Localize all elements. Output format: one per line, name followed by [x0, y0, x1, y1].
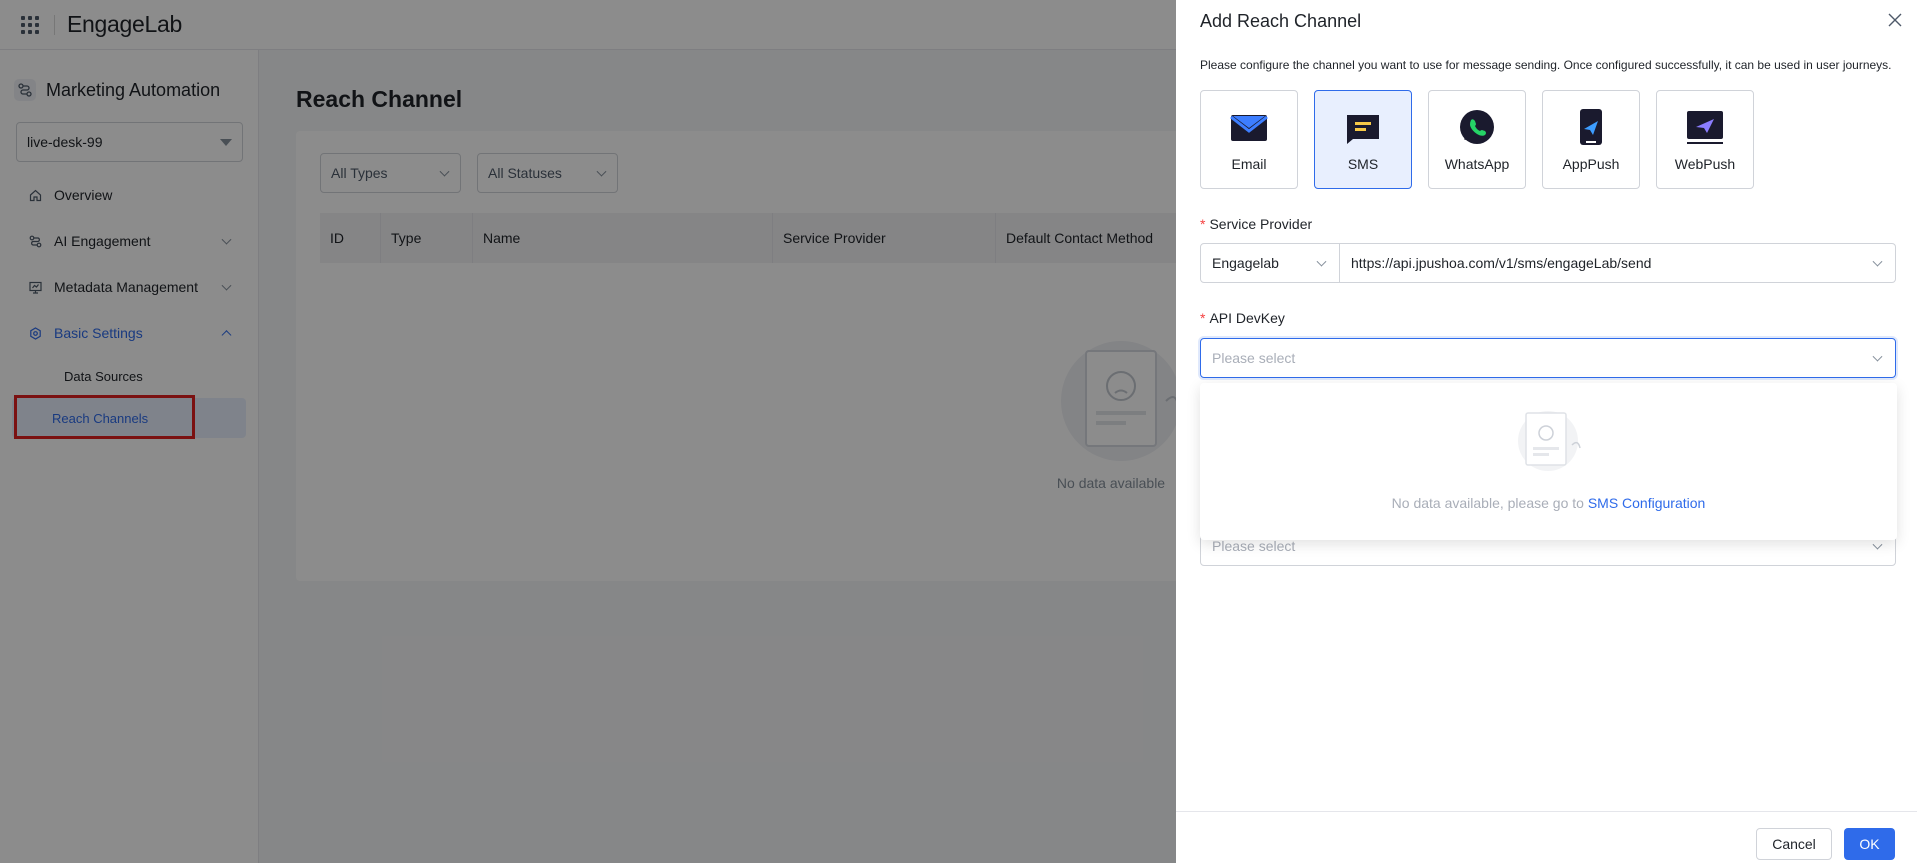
- provider-url-select[interactable]: https://api.jpushoa.com/v1/sms/engageLab…: [1340, 243, 1896, 283]
- email-icon: [1230, 115, 1268, 141]
- channel-label: WebPush: [1674, 156, 1736, 172]
- channel-option-sms[interactable]: SMS: [1314, 90, 1412, 189]
- channel-options: Email SMS WhatsApp AppPush WebPush: [1200, 90, 1754, 189]
- service-provider-row: Engagelab https://api.jpushoa.com/v1/sms…: [1200, 243, 1896, 283]
- provider-url-value: https://api.jpushoa.com/v1/sms/engageLab…: [1351, 255, 1652, 271]
- channel-label: Email: [1231, 156, 1267, 172]
- required-marker: *: [1200, 310, 1206, 326]
- service-provider-label: * Service Provider: [1200, 216, 1312, 232]
- empty-message: No data available, please go to: [1391, 495, 1588, 511]
- sms-icon: [1347, 115, 1379, 144]
- apppush-icon: [1580, 109, 1602, 145]
- provider-select[interactable]: Engagelab: [1200, 243, 1340, 283]
- required-marker: *: [1200, 216, 1206, 232]
- channel-label: AppPush: [1562, 156, 1620, 172]
- label-text: API DevKey: [1209, 310, 1285, 326]
- api-devkey-dropdown: No data available, please go to SMS Conf…: [1200, 383, 1897, 540]
- empty-state-illustration: [1518, 411, 1581, 471]
- dropdown-empty-text: No data available, please go to SMS Conf…: [1200, 495, 1897, 511]
- drawer-description: Please configure the channel you want to…: [1200, 58, 1892, 72]
- label-text: Service Provider: [1209, 216, 1313, 232]
- drawer-footer: Cancel OK: [1176, 811, 1917, 863]
- whatsapp-icon: [1460, 110, 1494, 144]
- provider-value: Engagelab: [1212, 255, 1279, 271]
- secondary-select-placeholder: Please select: [1212, 538, 1296, 554]
- api-devkey-placeholder: Please select: [1212, 350, 1296, 366]
- cancel-button[interactable]: Cancel: [1756, 828, 1832, 860]
- api-devkey-label: * API DevKey: [1200, 310, 1285, 326]
- channel-option-apppush[interactable]: AppPush: [1542, 90, 1640, 189]
- webpush-icon: [1687, 111, 1723, 144]
- channel-label: WhatsApp: [1444, 156, 1510, 172]
- channel-option-email[interactable]: Email: [1200, 90, 1298, 189]
- drawer-title: Add Reach Channel: [1200, 11, 1362, 31]
- channel-label: SMS: [1347, 156, 1379, 172]
- sms-configuration-link[interactable]: SMS Configuration: [1588, 495, 1706, 511]
- api-devkey-select[interactable]: Please select: [1200, 338, 1896, 378]
- channel-option-webpush[interactable]: WebPush: [1656, 90, 1754, 189]
- close-icon[interactable]: [1887, 12, 1903, 28]
- ok-button[interactable]: OK: [1844, 828, 1895, 860]
- channel-option-whatsapp[interactable]: WhatsApp: [1428, 90, 1526, 189]
- add-reach-channel-drawer: Add Reach Channel Please configure the c…: [1176, 0, 1917, 863]
